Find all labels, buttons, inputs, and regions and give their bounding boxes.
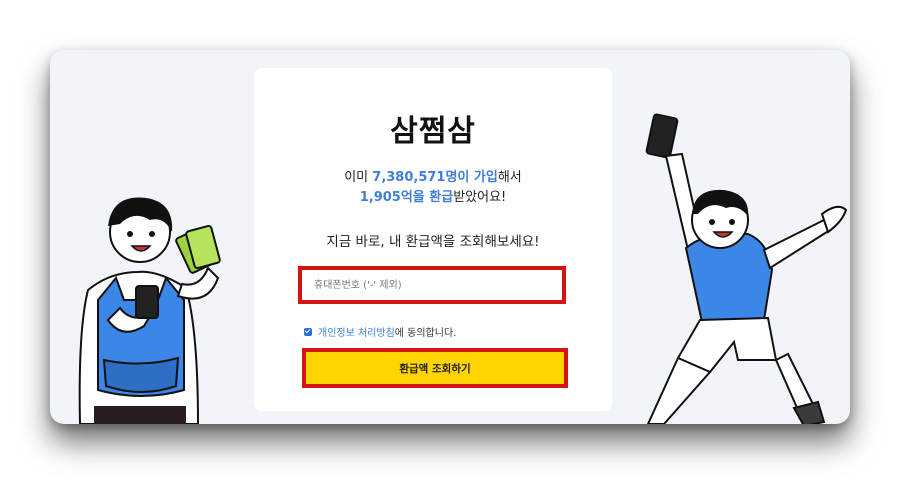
consent-checkbox[interactable] [304,327,312,336]
left-person-illustration [78,197,221,424]
stats-text: 이미 7,380,571명이 가입해서 1,905억을 환급받았어요! [254,168,612,208]
cta-text: 지금 바로, 내 환급액을 조회해보세요! [326,234,540,250]
app-window: 삼쩜삼 이미 7,380,571명이 가입해서 1,905억을 환급받았어요! … [50,50,850,424]
signup-card: 삼쩜삼 이미 7,380,571명이 가입해서 1,905억을 환급받았어요! … [254,68,612,411]
right-person-illustration [645,113,848,424]
stats-line-1: 이미 7,380,571명이 가입해서 [344,170,522,185]
stats-line-2: 1,905억을 환급받았어요! [359,190,507,205]
privacy-consent[interactable]: 개인정보 처리방침에 동의합니다. [304,324,456,339]
phone-input-wrapper [298,266,566,304]
phone-number-input[interactable] [302,270,562,300]
brand-logo: 삼쩜삼 [390,114,476,149]
check-refund-button[interactable]: 환급액 조회하기 [302,348,568,388]
privacy-policy-link[interactable]: 개인정보 처리방침 [318,328,395,339]
refund-amount: 1,905억을 환급 [359,190,454,205]
signup-count: 7,380,571명이 가입 [372,170,498,185]
